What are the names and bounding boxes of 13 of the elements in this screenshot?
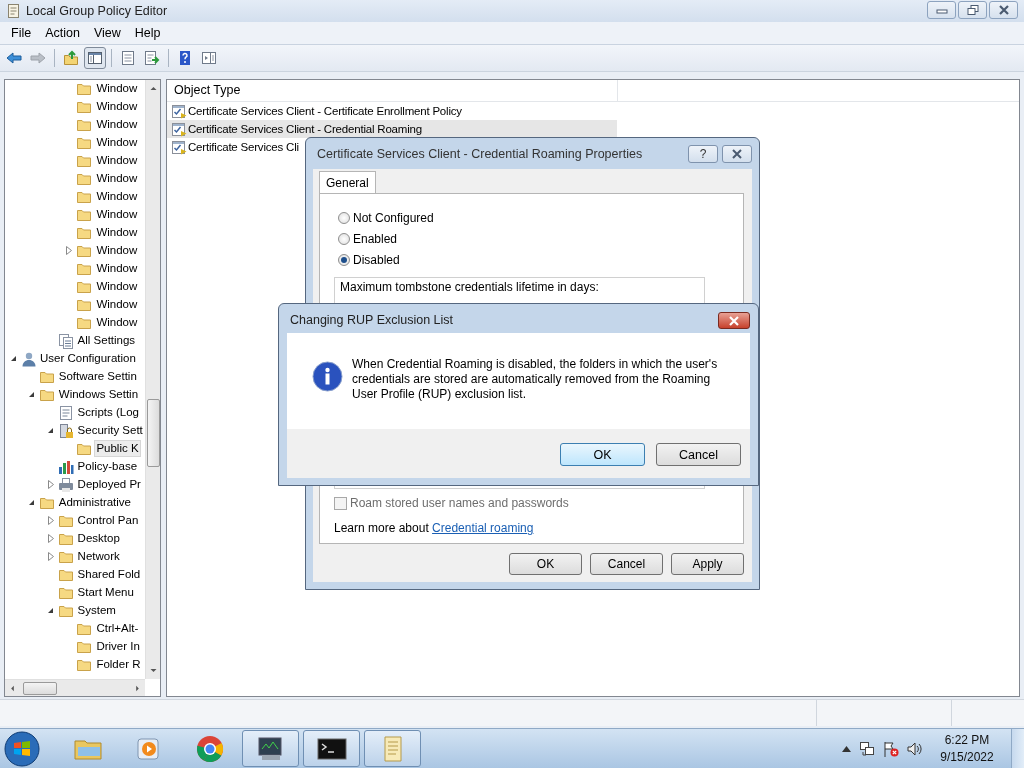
message-text: When Credential Roaming is disabled, the folders in which the user's credentials are stored are automatically removed from the Roaming User Profile (RUP) exclusion list. [352, 357, 719, 403]
radio-label: Disabled [353, 252, 400, 267]
list-item-text: Certificate Services Client - Certificate Enrollment Policy [188, 104, 462, 117]
dialog-title: Certificate Services Client - Credential Roaming Properties [317, 146, 644, 161]
window-title: Local Group Policy Editor [26, 3, 169, 18]
options-label: Maximum tombstone credentials lifetime in days: [340, 280, 599, 294]
list-item-text: Certificate Services Client - Credential Roaming [188, 122, 422, 135]
learn-more-text: Learn more about Credential roaming [334, 521, 535, 535]
message-title: Changing RUP Exclusion List [290, 313, 455, 327]
radio-label: Not Configured [353, 210, 434, 225]
list-item-text: Certificate Services Cli [188, 140, 299, 153]
radio-label: Enabled [353, 231, 398, 246]
checkbox-label: Roam stored user names and passwords [350, 496, 569, 510]
